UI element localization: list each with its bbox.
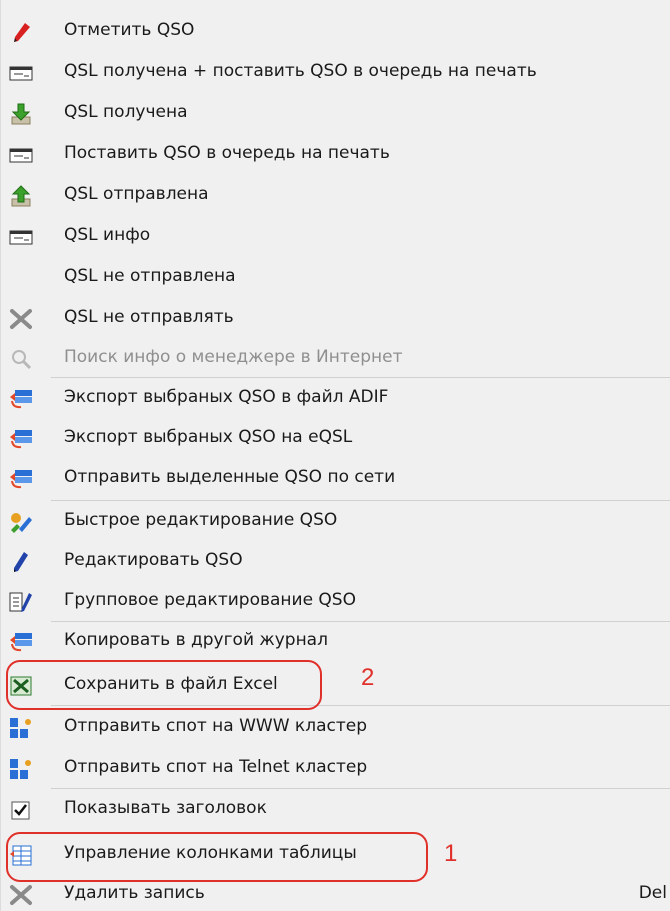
menu-item-qsl-received-print[interactable]: QSL получена + поставить QSO в очередь н… xyxy=(1,57,670,89)
x-icon xyxy=(9,884,33,906)
menu-item-spot-www[interactable]: Отправить спот на WWW кластер xyxy=(1,712,670,744)
export-icon xyxy=(9,468,33,490)
menu-item-mark-qso[interactable]: Отметить QSO xyxy=(1,16,670,48)
menu-item-group-edit[interactable]: Групповое редактирование QSO xyxy=(1,586,670,618)
menu-separator xyxy=(51,500,670,501)
card-icon xyxy=(9,62,33,84)
menu-item-copy-log[interactable]: Копировать в другой журнал xyxy=(1,626,670,658)
menu-item-label: Копировать в другой журнал xyxy=(64,630,328,650)
quick-edit-icon xyxy=(9,511,33,533)
menu-item-label: Отправить спот на WWW кластер xyxy=(64,716,367,736)
menu-item-qsl-do-not-send[interactable]: QSL не отправлять xyxy=(1,303,670,335)
menu-item-label: Поставить QSO в очередь на печать xyxy=(64,143,390,163)
menu-item-qsl-not-sent[interactable]: QSL не отправлена xyxy=(1,262,670,294)
menu-separator xyxy=(51,377,670,378)
pencil-icon xyxy=(9,551,33,573)
menu-item-qsl-received[interactable]: QSL получена xyxy=(1,98,670,130)
menu-item-label: QSL отправлена xyxy=(64,184,209,204)
menu-item-label: Быстрое редактирование QSO xyxy=(64,510,338,530)
menu-item-label: Поиск инфо о менеджере в Интернет xyxy=(64,347,403,367)
menu-separator xyxy=(51,788,670,789)
menu-item-label: QSL получена xyxy=(64,102,188,122)
annotation-callout-1 xyxy=(6,832,428,882)
search-icon xyxy=(9,348,33,370)
menu-item-edit-qso[interactable]: Редактировать QSO xyxy=(1,546,670,578)
menu-item-export-eqsl[interactable]: Экспорт выбраных QSO на eQSL xyxy=(1,423,670,455)
card-icon xyxy=(9,226,33,248)
menu-item-delete-record[interactable]: Удалить запись Del xyxy=(1,879,670,911)
cluster-icon xyxy=(9,758,33,780)
annotation-number-2: 2 xyxy=(361,664,375,691)
pen-mark-icon xyxy=(9,21,33,43)
menu-item-queue-print[interactable]: Поставить QSO в очередь на печать xyxy=(1,139,670,171)
menu-item-qsl-info[interactable]: QSL инфо xyxy=(1,221,670,253)
checkbox-checked-icon xyxy=(9,799,33,821)
menu-item-label: Показывать заголовок xyxy=(64,798,267,818)
up-arrow-icon xyxy=(9,185,33,207)
cluster-icon xyxy=(9,717,33,739)
menu-item-quick-edit[interactable]: Быстрое редактирование QSO xyxy=(1,506,670,538)
menu-item-label: QSL инфо xyxy=(64,225,151,245)
export-icon xyxy=(9,631,33,653)
group-edit-icon xyxy=(9,591,33,613)
menu-item-export-adif[interactable]: Экспорт выбраных QSO в файл ADIF xyxy=(1,383,670,415)
menu-item-label: QSL не отправлять xyxy=(64,307,234,327)
menu-item-label: Отправить выделенные QSO по сети xyxy=(64,467,396,487)
menu-item-label: Редактировать QSO xyxy=(64,550,243,570)
x-icon xyxy=(9,308,33,330)
annotation-callout-2 xyxy=(6,660,322,710)
menu-item-label: Отметить QSO xyxy=(64,20,195,40)
menu-item-send-network[interactable]: Отправить выделенные QSO по сети xyxy=(1,463,670,495)
export-icon xyxy=(9,428,33,450)
menu-item-label: QSL не отправлена xyxy=(64,266,236,286)
menu-item-qsl-sent[interactable]: QSL отправлена xyxy=(1,180,670,212)
export-icon xyxy=(9,388,33,410)
menu-item-show-header[interactable]: Показывать заголовок xyxy=(1,794,670,826)
annotation-number-1: 1 xyxy=(444,840,458,867)
card-icon xyxy=(9,144,33,166)
menu-separator xyxy=(51,621,670,622)
menu-item-label: Экспорт выбраных QSO на eQSL xyxy=(64,427,353,447)
menu-item-label: Групповое редактирование QSO xyxy=(64,590,356,610)
context-menu: Отметить QSO QSL получена + поставить QS… xyxy=(0,0,670,911)
menu-item-spot-telnet[interactable]: Отправить спот на Telnet кластер xyxy=(1,753,670,785)
menu-item-label: Удалить запись xyxy=(64,883,205,903)
menu-item-label: Отправить спот на Telnet кластер xyxy=(64,757,368,777)
down-arrow-icon xyxy=(9,103,33,125)
menu-item-label: Экспорт выбраных QSO в файл ADIF xyxy=(64,387,389,407)
menu-item-search-manager[interactable]: Поиск инфо о менеджере в Интернет xyxy=(1,343,670,375)
menu-item-label: QSL получена + поставить QSO в очередь н… xyxy=(64,61,537,81)
shortcut-text: Del xyxy=(638,883,667,903)
